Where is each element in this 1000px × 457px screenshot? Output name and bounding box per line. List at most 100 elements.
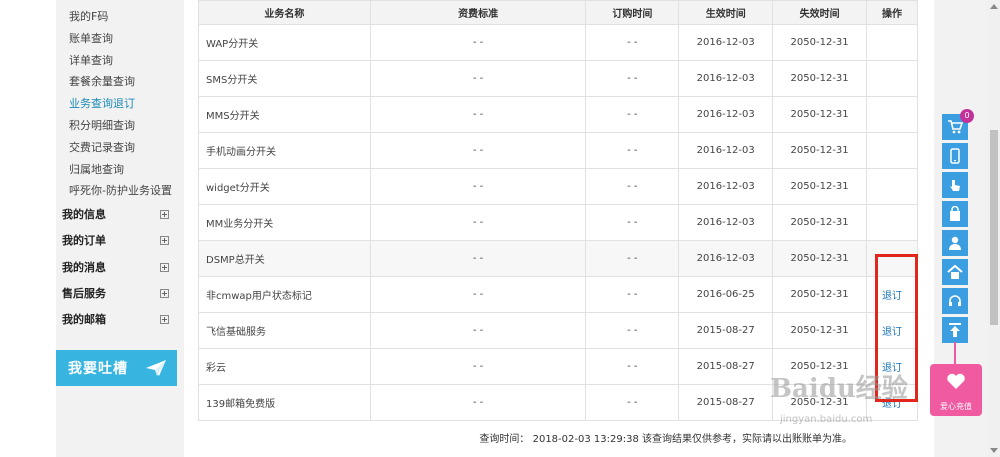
cell-order-time: - - <box>585 276 680 313</box>
header-fee: 资费标准 <box>369 0 587 25</box>
cell-order-time: - - <box>585 312 680 349</box>
feedback-label: 我要吐槽 <box>68 361 128 377</box>
table-row: 非cmwap用户状态标记 - - - - 2016-06-25 2050-12-… <box>198 276 918 313</box>
table-row: WAP分开关 - - - - 2016-12-03 2050-12-31 <box>198 24 918 61</box>
user-icon <box>949 236 961 250</box>
hand-tap-icon <box>950 180 960 191</box>
paper-plane-icon <box>146 360 166 376</box>
charity-connector <box>954 342 956 364</box>
cell-service-name: 手机动画分开关 <box>198 132 371 169</box>
table-header-row: 业务名称 资费标准 订购时间 生效时间 失效时间 操作 <box>198 0 918 25</box>
mobile-button[interactable] <box>942 143 968 169</box>
cell-start-time: 2016-12-03 <box>678 96 774 133</box>
cell-action <box>866 24 918 61</box>
group-label: 我的信息 <box>62 208 106 222</box>
expand-plus-icon[interactable] <box>160 236 169 246</box>
table-row: DSMP总开关 - - - - 2016-12-03 2050-12-31 <box>198 240 918 277</box>
cell-service-name: 139邮箱免费版 <box>198 384 371 421</box>
table-row: 手机动画分开关 - - - - 2016-12-03 2050-12-31 <box>198 132 918 169</box>
cell-order-time: - - <box>585 132 680 169</box>
cell-fee: - - <box>369 24 587 61</box>
cart-button[interactable]: 0 <box>942 109 974 140</box>
cell-start-time: 2015-08-27 <box>678 312 774 349</box>
cell-action <box>866 96 918 133</box>
cell-action <box>866 168 918 205</box>
floating-toolbar: 0 <box>942 109 974 346</box>
table-row: 139邮箱免费版 - - - - 2015-08-27 2050-12-31 退… <box>198 384 918 421</box>
header-order-time: 订购时间 <box>585 0 680 25</box>
cell-end-time: 2050-12-31 <box>772 168 868 205</box>
table-row: MMS分开关 - - - - 2016-12-03 2050-12-31 <box>198 96 918 133</box>
cell-order-time: - - <box>585 24 680 61</box>
cell-fee: - - <box>369 348 587 385</box>
table-row: 彩云 - - - - 2015-08-27 2050-12-31 退订 <box>198 348 918 385</box>
sidebar-item-location-query[interactable]: 归属地查询 <box>56 159 184 181</box>
cell-start-time: 2016-12-03 <box>678 204 774 241</box>
cell-action <box>866 204 918 241</box>
cell-service-name: WAP分开关 <box>198 24 371 61</box>
cell-service-name: MM业务分开关 <box>198 204 371 241</box>
sidebar-group-my-mailbox[interactable]: 我的邮箱 <box>56 307 184 333</box>
support-button[interactable] <box>942 288 968 314</box>
sidebar-item-points[interactable]: 积分明细查询 <box>56 115 184 137</box>
cell-end-time: 2050-12-31 <box>772 276 868 313</box>
cell-fee: - - <box>369 240 587 277</box>
highlight-box <box>875 254 918 402</box>
user-button[interactable] <box>942 230 968 256</box>
sidebar-item-f-code[interactable]: 我的F码 <box>56 6 184 28</box>
sidebar-item-plan-balance[interactable]: 套餐余量查询 <box>56 71 184 93</box>
headset-icon <box>949 295 961 306</box>
cell-start-time: 2016-12-03 <box>678 132 774 169</box>
cell-start-time: 2016-06-25 <box>678 276 774 313</box>
sidebar-item-call-protection[interactable]: 呼死你-防护业务设置 <box>56 180 184 202</box>
cell-end-time: 2050-12-31 <box>772 132 868 169</box>
feedback-banner-button[interactable]: 我要吐槽 <box>56 350 177 386</box>
expand-plus-icon[interactable] <box>160 262 169 272</box>
header-start-time: 生效时间 <box>678 0 774 25</box>
sidebar-item-service-query[interactable]: 业务查询退订 <box>56 93 184 115</box>
cart-icon <box>948 120 963 134</box>
bag-button[interactable] <box>942 201 968 227</box>
scrollbar-thumb[interactable] <box>990 130 998 325</box>
home-icon <box>947 264 963 279</box>
heart-icon <box>947 373 965 389</box>
cell-fee: - - <box>369 276 587 313</box>
home-button[interactable] <box>942 259 968 285</box>
scroll-up-arrow-icon[interactable] <box>990 4 998 9</box>
scroll-down-arrow-icon[interactable] <box>990 448 998 453</box>
account-sidebar: 我的F码 账单查询 详单查询 套餐余量查询 业务查询退订 积分明细查询 交费记录… <box>56 0 184 457</box>
group-label: 我的邮箱 <box>62 313 106 327</box>
header-service-name: 业务名称 <box>198 0 371 25</box>
expand-plus-icon[interactable] <box>160 289 169 299</box>
expand-plus-icon[interactable] <box>160 210 169 220</box>
charity-recharge-button[interactable]: 爱心充值 <box>930 364 982 416</box>
hand-tap-button[interactable] <box>942 172 968 198</box>
sidebar-item-detail-query[interactable]: 详单查询 <box>56 50 184 72</box>
cell-action <box>866 60 918 97</box>
cell-service-name: 彩云 <box>198 348 371 385</box>
cell-end-time: 2050-12-31 <box>772 204 868 241</box>
sidebar-group-my-orders[interactable]: 我的订单 <box>56 228 184 254</box>
sidebar-group-my-messages[interactable]: 我的消息 <box>56 255 184 281</box>
cell-fee: - - <box>369 204 587 241</box>
cell-service-name: DSMP总开关 <box>198 240 371 277</box>
cell-fee: - - <box>369 312 587 349</box>
mobile-phone-icon <box>950 148 960 164</box>
back-to-top-button[interactable] <box>942 317 968 343</box>
sidebar-group-after-sales[interactable]: 售后服务 <box>56 281 184 307</box>
page-scrollbar[interactable] <box>988 0 1000 457</box>
cell-action <box>866 132 918 169</box>
cell-start-time: 2016-12-03 <box>678 240 774 277</box>
cell-order-time: - - <box>585 348 680 385</box>
cell-start-time: 2015-08-27 <box>678 348 774 385</box>
table-row: widget分开关 - - - - 2016-12-03 2050-12-31 <box>198 168 918 205</box>
expand-plus-icon[interactable] <box>160 315 169 325</box>
sidebar-item-payment-records[interactable]: 交费记录查询 <box>56 137 184 159</box>
cell-start-time: 2016-12-03 <box>678 60 774 97</box>
cell-order-time: - - <box>585 60 680 97</box>
sidebar-group-my-info[interactable]: 我的信息 <box>56 202 184 228</box>
cell-end-time: 2050-12-31 <box>772 348 868 385</box>
header-action: 操作 <box>866 0 918 25</box>
sidebar-item-bill-query[interactable]: 账单查询 <box>56 28 184 50</box>
cell-end-time: 2050-12-31 <box>772 240 868 277</box>
